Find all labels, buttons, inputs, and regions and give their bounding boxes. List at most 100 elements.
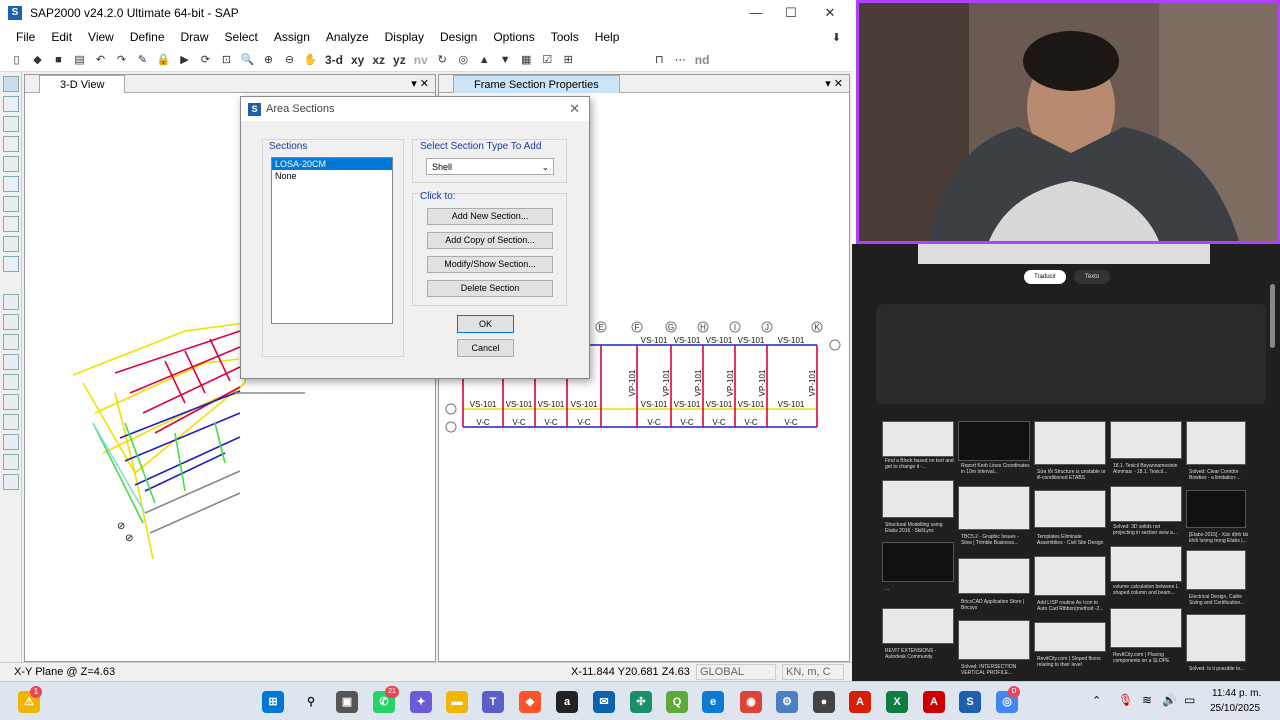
view-3d-button[interactable]: 3-d bbox=[323, 53, 345, 67]
result-caption[interactable]: REVIT EXTENSIONS - Autodesk Community bbox=[885, 648, 955, 660]
menu-design[interactable]: Design bbox=[432, 30, 485, 44]
redo-icon[interactable]: ↷ bbox=[113, 51, 130, 68]
result-caption[interactable]: [Etabs-2015] - Xác định tải khối lượng t… bbox=[1189, 532, 1249, 544]
draw-brace-icon[interactable] bbox=[3, 176, 19, 192]
microphone-icon[interactable]: 🎙 bbox=[1118, 693, 1133, 707]
snap-all-icon[interactable] bbox=[3, 434, 19, 450]
snap-line-icon[interactable] bbox=[3, 474, 19, 490]
result-caption[interactable]: Templates Eliminate Assemblies - Civil S… bbox=[1037, 534, 1107, 546]
result-caption[interactable]: volume calculation between L shaped colu… bbox=[1113, 584, 1183, 596]
sap2000-taskbar-icon[interactable]: S bbox=[959, 691, 981, 713]
result-thumbnail[interactable] bbox=[1186, 550, 1246, 590]
draw-poly-area-icon[interactable] bbox=[3, 216, 19, 232]
sections-list[interactable]: LOSA-20CM None bbox=[271, 157, 393, 324]
add-new-section-button[interactable]: Add New Section... bbox=[427, 208, 553, 225]
brave-icon[interactable]: ◆ bbox=[519, 691, 541, 713]
snap-ps-icon[interactable] bbox=[3, 454, 19, 470]
download-icon[interactable]: ⬇ bbox=[828, 29, 845, 46]
draw-area-icon[interactable] bbox=[3, 196, 19, 212]
cancel-button[interactable]: Cancel bbox=[457, 339, 514, 357]
wifi-icon[interactable]: ≋ bbox=[1142, 693, 1152, 707]
close-button[interactable]: ✕ bbox=[810, 0, 850, 26]
nodes-icon[interactable]: ⋯ bbox=[672, 51, 689, 68]
autocad-icon[interactable]: A bbox=[923, 691, 945, 713]
volume-icon[interactable]: 🔊 bbox=[1162, 693, 1177, 707]
menu-select[interactable]: Select bbox=[217, 30, 266, 44]
menu-view[interactable]: View bbox=[80, 30, 122, 44]
select-prev-icon[interactable] bbox=[3, 314, 19, 330]
copilot-icon[interactable]: ✦ bbox=[410, 691, 432, 713]
result-thumbnail[interactable] bbox=[1186, 614, 1246, 662]
menu-help[interactable]: Help bbox=[587, 30, 628, 44]
network-app-icon[interactable]: ✣ bbox=[630, 691, 652, 713]
amazon-icon[interactable]: a bbox=[556, 691, 578, 713]
result-caption[interactable]: RevitCity.com | Placing components on a … bbox=[1113, 652, 1183, 664]
frame-section-tab[interactable]: Frame Section Properties bbox=[453, 74, 620, 93]
result-thumbnail[interactable] bbox=[1034, 622, 1106, 652]
checkbox-icon[interactable]: ☑ bbox=[539, 51, 556, 68]
frame-icon[interactable]: ⊓ bbox=[651, 51, 668, 68]
result-caption[interactable]: Sửa lỗi Structure is unstable or ill-con… bbox=[1037, 469, 1107, 481]
result-caption[interactable]: TBC5.2 - Graphic Issues - Slow | Trimble… bbox=[961, 534, 1031, 546]
section-type-select[interactable]: Shell ⌄ bbox=[426, 158, 554, 175]
display-options-icon[interactable]: ▦ bbox=[518, 51, 535, 68]
dialog-close-icon[interactable]: ✕ bbox=[569, 101, 580, 117]
menu-analyze[interactable]: Analyze bbox=[318, 30, 377, 44]
zoom-icon[interactable]: 🔍 bbox=[239, 51, 256, 68]
result-thumbnail[interactable] bbox=[958, 486, 1030, 530]
grid-icon[interactable]: ⊞ bbox=[560, 51, 577, 68]
result-caption[interactable]: Structural Modelling using Etabs 2016 : … bbox=[885, 522, 955, 534]
view-3d-close-icon[interactable]: ▾ ✕ bbox=[411, 77, 429, 90]
list-item[interactable]: None bbox=[272, 170, 392, 182]
new-file-icon[interactable]: ▯ bbox=[8, 51, 25, 68]
result-thumbnail[interactable] bbox=[1110, 421, 1182, 459]
result-thumbnail[interactable] bbox=[1186, 421, 1246, 465]
clock-date[interactable]: 25/10/2025 bbox=[1210, 703, 1260, 714]
result-thumbnail[interactable] bbox=[958, 558, 1030, 594]
result-caption[interactable]: Electrical Design, Cable Sizing and Cert… bbox=[1189, 594, 1249, 606]
move-up-icon[interactable]: ▲ bbox=[476, 51, 493, 68]
result-caption[interactable]: Solved: Clear Corridor Bowties - a limit… bbox=[1189, 469, 1249, 481]
zoom-out-icon[interactable]: ⊖ bbox=[281, 51, 298, 68]
snap-grid-icon[interactable] bbox=[3, 394, 19, 410]
coord-system-select[interactable]: GLOBAL bbox=[696, 664, 776, 680]
result-caption[interactable]: Solved: Is it possible to... bbox=[1189, 666, 1249, 672]
scrollbar[interactable] bbox=[1270, 284, 1275, 348]
zoom-window-icon[interactable]: ⊡ bbox=[218, 51, 235, 68]
result-thumbnail[interactable] bbox=[1110, 546, 1182, 582]
result-thumbnail[interactable] bbox=[882, 480, 954, 518]
obs-icon[interactable]: ● bbox=[813, 691, 835, 713]
chevron-up-icon[interactable]: ⌃ bbox=[1092, 694, 1101, 707]
result-thumbnail[interactable] bbox=[882, 542, 954, 582]
excel-icon[interactable]: X bbox=[886, 691, 908, 713]
delete-section-button[interactable]: Delete Section bbox=[427, 280, 553, 297]
mail-icon[interactable]: ✉ bbox=[593, 691, 615, 713]
open-file-icon[interactable]: ◆ bbox=[29, 51, 46, 68]
select-all-icon[interactable] bbox=[3, 294, 19, 310]
draw-frame-icon[interactable] bbox=[3, 136, 19, 152]
clear-selection-icon[interactable] bbox=[3, 334, 19, 350]
search-icon[interactable]: ⚲ bbox=[300, 691, 322, 713]
result-caption[interactable]: RevitCity.com | Sloped floors relating t… bbox=[1037, 656, 1107, 668]
result-thumbnail[interactable] bbox=[1034, 556, 1106, 596]
list-item[interactable]: LOSA-20CM bbox=[272, 158, 392, 170]
result-thumbnail[interactable] bbox=[958, 421, 1030, 461]
qgis-icon[interactable]: Q bbox=[666, 691, 688, 713]
lock-icon[interactable]: 🔒 bbox=[155, 51, 172, 68]
chip-text[interactable]: Texto bbox=[1074, 270, 1110, 284]
refresh-view-icon[interactable]: ⟳ bbox=[197, 51, 214, 68]
menu-tools[interactable]: Tools bbox=[543, 30, 587, 44]
clock-time[interactable]: 11:44 p. m. bbox=[1212, 688, 1261, 699]
edge-icon[interactable]: e bbox=[702, 691, 724, 713]
view-nd-button[interactable]: nd bbox=[693, 53, 712, 67]
result-thumbnail[interactable] bbox=[1034, 490, 1106, 528]
ok-button[interactable]: OK bbox=[457, 315, 514, 333]
frame-section-close-icon[interactable]: ▾ ✕ bbox=[825, 77, 843, 90]
print-icon[interactable]: ▤ bbox=[71, 51, 88, 68]
draw-rect-area-icon[interactable] bbox=[3, 236, 19, 252]
view-xy-button[interactable]: xy bbox=[349, 53, 366, 67]
view-xz-button[interactable]: xz bbox=[370, 53, 387, 67]
result-thumbnail[interactable] bbox=[882, 421, 954, 457]
perspective-icon[interactable]: ◎ bbox=[455, 51, 472, 68]
run-analysis-icon[interactable]: ▶ bbox=[176, 51, 193, 68]
